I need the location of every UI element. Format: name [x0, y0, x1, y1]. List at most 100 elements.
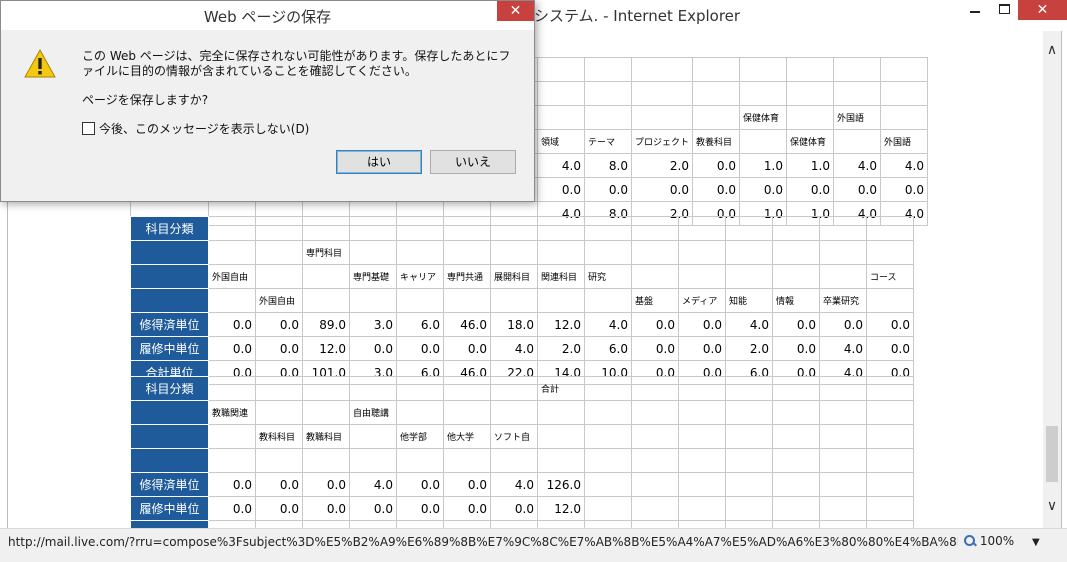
table-row [130, 520, 914, 528]
table-cell: 0.0 [208, 496, 256, 521]
table-cell: 12.0 [537, 496, 585, 521]
table-header-cell [396, 288, 444, 313]
table-header-cell [302, 288, 350, 313]
table-header-cell [349, 424, 397, 449]
table-cell: 0.0 [866, 336, 914, 361]
table-header-cell [490, 240, 538, 265]
table-header-cell: 教職関連 [208, 400, 256, 425]
table-cell: 0.0 [678, 336, 726, 361]
maximize-button[interactable] [990, 0, 1018, 20]
table-header-cell [443, 240, 491, 265]
table-header-cell [584, 240, 632, 265]
table-cell: 89.0 [302, 312, 350, 337]
row-label: 修得済単位 [130, 312, 209, 337]
table-header-cell [490, 400, 538, 425]
table-header-row: 科目分類 合計 [130, 376, 914, 401]
table-cell [302, 520, 350, 528]
dont-show-again-label[interactable]: 今後、このメッセージを表示しない(D) [99, 122, 309, 136]
vertical-scrollbar[interactable]: ∧ ∨ [1043, 31, 1061, 528]
table-header-cell [537, 448, 585, 473]
table-header-cell: 卒業研究 [819, 288, 867, 313]
table-cell [630, 57, 694, 82]
scroll-up-button[interactable]: ∧ [1043, 41, 1061, 59]
table-cell [880, 57, 929, 82]
header-label-cell [130, 400, 209, 425]
table-header-cell: 関連科目 [537, 264, 585, 289]
zoom-control[interactable]: 100% ▼ [964, 534, 1040, 552]
table-cell: 外国語 [880, 129, 929, 154]
table-header-cell [302, 264, 350, 289]
table-cell [631, 496, 679, 521]
table-header-cell [678, 400, 726, 425]
table-cell [739, 57, 788, 82]
table-header-cell [725, 424, 773, 449]
table-cell [725, 472, 773, 497]
dialog-title: Web ページの保存 [203, 8, 332, 26]
table-header-cell: 情報 [772, 288, 820, 313]
row-label: 修得済単位 [130, 472, 209, 497]
table-cell: 領域 [537, 129, 585, 154]
table-header-cell [819, 400, 867, 425]
scroll-thumb[interactable] [1046, 426, 1058, 482]
table-cell [631, 520, 679, 528]
table-header-cell: 専門共通 [443, 264, 491, 289]
table-header-cell [631, 264, 679, 289]
table-cell [819, 520, 867, 528]
table-header-cell: 外国自由 [255, 288, 303, 313]
table-cell [725, 520, 773, 528]
table-header-cell: 外国自由 [208, 264, 256, 289]
table-header-cell [678, 376, 726, 401]
table-header-cell [725, 376, 773, 401]
close-icon: ✕ [509, 3, 522, 19]
table-cell [725, 496, 773, 521]
table-cell: プロジェクト [630, 129, 694, 154]
table-cell: 0.0 [302, 496, 350, 521]
scroll-down-button[interactable]: ∨ [1043, 497, 1061, 515]
table-row: 履修中単位 0.0 0.0 12.0 0.0 0.0 0.0 4.0 2.0 6.0 0.0 0.0 2… [130, 336, 914, 361]
table-header-cell [584, 288, 632, 313]
table-cell [537, 105, 585, 130]
table-cell [631, 472, 679, 497]
table-header-cell [255, 216, 303, 241]
table-header-cell: 知能 [725, 288, 773, 313]
table-header-cell [537, 288, 585, 313]
table-cell [692, 81, 741, 106]
no-button[interactable]: いいえ [430, 150, 516, 174]
window-close-button[interactable]: ✕ [1018, 0, 1067, 20]
zoom-dropdown-icon[interactable]: ▼ [1032, 537, 1040, 548]
table-cell [678, 496, 726, 521]
dialog-close-button[interactable]: ✕ [497, 1, 534, 21]
table-header-cell [208, 376, 256, 401]
dialog-titlebar: Web ページの保存 ✕ [1, 1, 534, 30]
table-cell: 0.0 [678, 312, 726, 337]
save-webpage-dialog: Web ページの保存 ✕ この Web ページは、完全に保存されない可能性があり… [0, 0, 535, 202]
table-cell [786, 57, 835, 82]
table-cell: 0.0 [833, 177, 882, 202]
table-cell: 0.0 [866, 312, 914, 337]
yes-button[interactable]: はい [336, 150, 422, 174]
magnifier-icon [964, 535, 976, 547]
table-cell: 2.0 [725, 336, 773, 361]
table-cell: 4.0 [349, 472, 397, 497]
table-cell [833, 81, 882, 106]
table-cell: 6.0 [584, 336, 632, 361]
dont-show-again-row[interactable]: 今後、このメッセージを表示しない(D) [82, 120, 309, 137]
table-header-cell [678, 424, 726, 449]
minimize-button[interactable] [960, 0, 990, 20]
table-header-cell [302, 400, 350, 425]
table-header-cell [772, 376, 820, 401]
table-cell: 0.0 [443, 472, 491, 497]
table-cell: 4.0 [490, 472, 538, 497]
header-label-cell [130, 288, 209, 313]
row-label: 履修中単位 [130, 336, 209, 361]
table-header-cell [255, 400, 303, 425]
dont-show-again-checkbox[interactable] [82, 122, 95, 135]
table-cell: 3.0 [349, 312, 397, 337]
table-header-cell [866, 424, 914, 449]
table-cell: 0.0 [631, 312, 679, 337]
table-cell [772, 496, 820, 521]
table-cell: 0.0 [443, 336, 491, 361]
table-header-cell [866, 216, 914, 241]
table-header-cell [537, 400, 585, 425]
table-cell [584, 520, 632, 528]
